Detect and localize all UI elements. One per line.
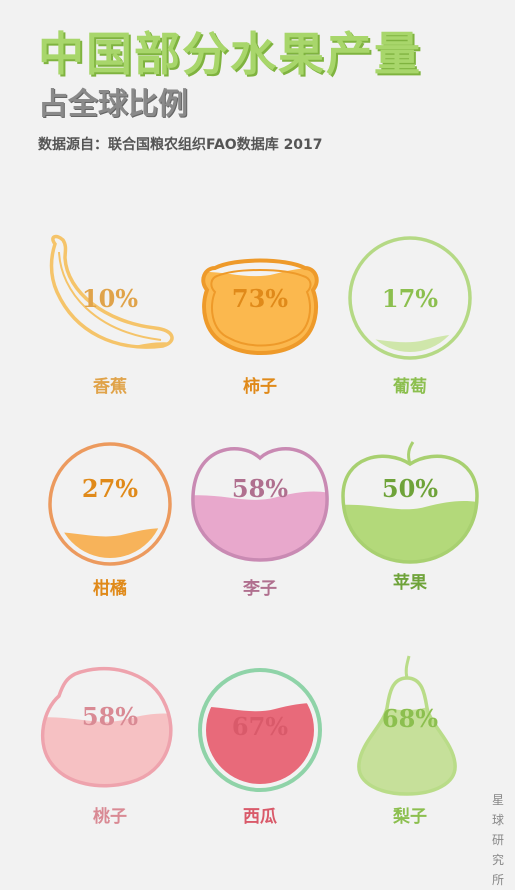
fruit-peach: 58% 桃子 bbox=[35, 660, 185, 845]
fruit-name: 香蕉 bbox=[93, 377, 127, 397]
fruit-percent: 68% bbox=[381, 704, 439, 733]
fruit-percent: 27% bbox=[81, 474, 139, 503]
fruit-name: 桃子 bbox=[93, 807, 127, 827]
fruit-banana: 10% 香蕉 bbox=[35, 232, 185, 417]
apple-icon bbox=[341, 441, 479, 564]
fruit-percent: 58% bbox=[81, 702, 139, 731]
fruit-name: 葡萄 bbox=[393, 377, 427, 397]
credit-text: 星球研究所 bbox=[491, 793, 504, 887]
fruit-percent: 67% bbox=[231, 712, 289, 741]
fruit-percent: 58% bbox=[231, 474, 289, 503]
fruit-name: 柿子 bbox=[243, 377, 277, 397]
orange-icon bbox=[48, 442, 172, 566]
fruit-apple: 50% 苹果 bbox=[335, 438, 485, 623]
source-note: 数据源自：联合国粮农组织FAO数据库 2017 bbox=[38, 137, 323, 153]
fruit-orange: 27% 柑橘 bbox=[35, 438, 185, 623]
fruit-percent: 17% bbox=[381, 284, 439, 313]
fruit-grape: 17% 葡萄 bbox=[335, 232, 485, 417]
fruit-percent: 50% bbox=[381, 474, 439, 503]
fruit-name: 梨子 bbox=[393, 807, 427, 827]
fruit-name: 苹果 bbox=[393, 573, 427, 593]
fruit-persimmon: 73% 柿子 bbox=[185, 232, 335, 417]
plum-icon bbox=[191, 446, 329, 562]
fruit-watermelon: 67% 西瓜 bbox=[185, 660, 335, 845]
fruit-name: 柑橘 bbox=[93, 579, 127, 599]
fruit-percent: 10% bbox=[81, 284, 139, 313]
fruit-pear: 68% 梨子 bbox=[335, 655, 485, 845]
fruit-name: 西瓜 bbox=[243, 807, 277, 827]
page-subtitle: 占全球比例 bbox=[38, 87, 188, 122]
fruit-name: 李子 bbox=[243, 579, 277, 599]
page-title: 中国部分水果产量 bbox=[38, 27, 422, 81]
fruit-percent: 73% bbox=[231, 284, 289, 313]
fruit-plum: 58% 李子 bbox=[185, 438, 335, 623]
